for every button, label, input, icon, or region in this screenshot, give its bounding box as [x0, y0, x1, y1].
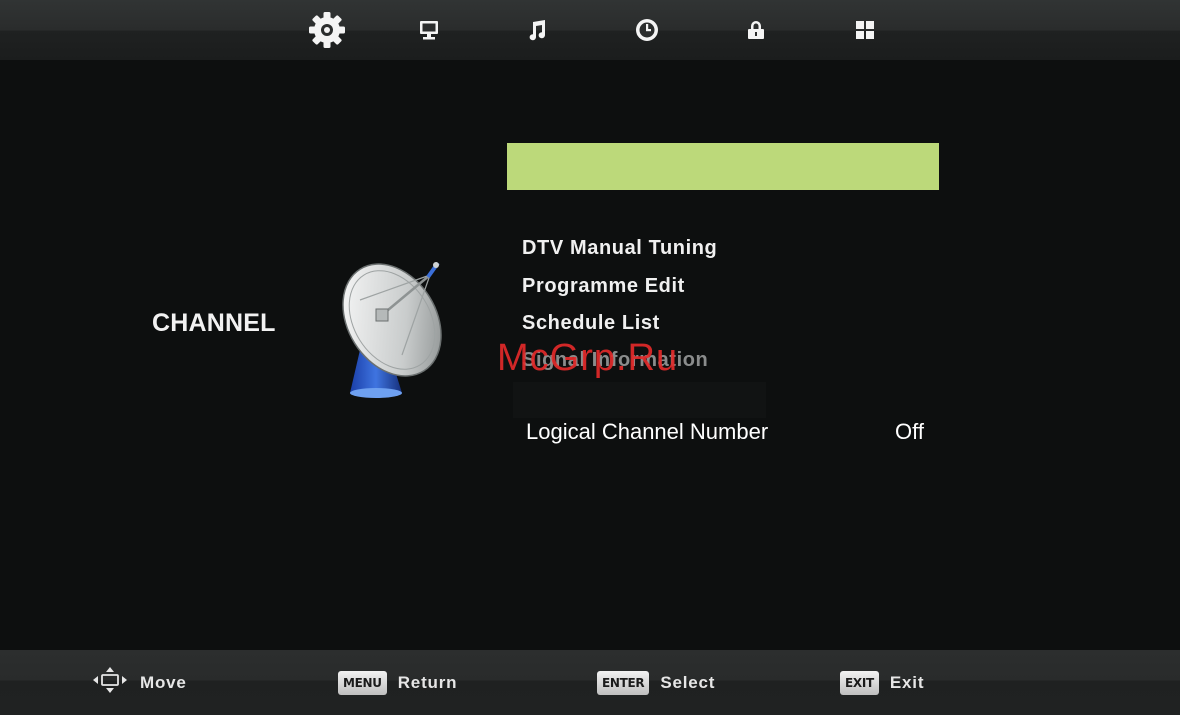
hint-label: Return	[397, 672, 458, 692]
music-note-icon	[525, 18, 549, 42]
tv-osd-screen: CHANNEL DTV Manual Tuning Programme Edit…	[0, 0, 1180, 715]
hint-move: Move	[92, 650, 187, 715]
menu-item-dtv-manual-tuning[interactable]: DTV Manual Tuning	[522, 237, 717, 260]
monitor-icon	[417, 18, 441, 42]
menu-item-schedule-list[interactable]: Schedule List	[522, 312, 660, 335]
grid-icon	[853, 18, 877, 42]
tab-lock[interactable]	[732, 6, 780, 54]
tab-picture[interactable]	[405, 6, 453, 54]
watermark-text: McGrp.Ru	[497, 337, 679, 379]
gear-icon	[307, 10, 347, 50]
enter-key-icon: ENTER	[597, 670, 650, 695]
satellite-dish-icon	[330, 245, 460, 405]
hint-label: Move	[140, 672, 187, 692]
exit-key-icon: EXIT	[840, 670, 879, 695]
row-shade	[513, 382, 766, 418]
tab-time[interactable]	[623, 6, 671, 54]
hint-select: ENTER Select	[597, 650, 715, 715]
lock-icon	[744, 18, 768, 42]
hint-exit: EXIT Exit	[840, 650, 924, 715]
bottom-hint-bar: Move MENU Return ENTER Select EXIT Exit	[0, 650, 1180, 715]
hint-label: Exit	[889, 672, 925, 692]
clock-icon	[634, 17, 660, 43]
selection-highlight-bar	[507, 143, 939, 190]
lcn-value[interactable]: Off	[895, 419, 924, 445]
hint-label: Select	[660, 672, 716, 692]
main-panel: CHANNEL DTV Manual Tuning Programme Edit…	[0, 60, 1180, 650]
top-menu-bar	[0, 0, 1180, 60]
tab-setup[interactable]	[303, 6, 351, 54]
menu-item-programme-edit[interactable]: Programme Edit	[522, 275, 685, 298]
hint-return: MENU Return	[338, 650, 457, 715]
lcn-label[interactable]: Logical Channel Number	[526, 419, 768, 445]
tab-sound[interactable]	[513, 6, 561, 54]
menu-key-icon: MENU	[338, 670, 387, 695]
dpad-arrows-icon	[92, 666, 128, 699]
category-title: CHANNEL	[152, 309, 276, 337]
tab-setup-grid[interactable]	[841, 6, 889, 54]
